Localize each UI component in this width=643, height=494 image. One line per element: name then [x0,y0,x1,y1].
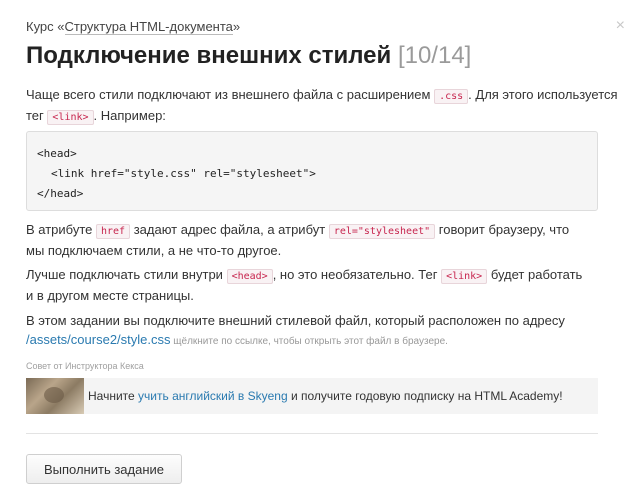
href-text-3: говорит браузеру, что [435,222,570,237]
href-paragraph: В атрибуте href задают адрес файла, а ат… [26,220,622,260]
inline-code-css: .css [434,89,469,104]
head-text-4: и в другом месте страницы. [26,288,194,303]
course-prefix: Курс « [26,19,65,34]
task-paragraph: В этом задании вы подключите внешний сти… [26,311,622,351]
course-link[interactable]: Структура HTML-документа [64,19,233,35]
course-suffix: » [232,19,241,34]
page-title-text: Подключение внешних стилей [26,42,392,69]
head-text-1: Лучше подключать стили внутри [26,267,227,282]
inline-code-link: <link> [47,110,94,125]
link-hint: щёлкните по ссылке, чтобы открыть этот ф… [170,336,448,347]
href-text-2: задают адрес файла, а атрибут [130,222,329,237]
stylesheet-link[interactable]: /assets/course2/style.css [26,332,171,347]
skyeng-link[interactable]: учить английский в Skyeng [138,389,288,403]
tip-text: Начните учить английский в Skyeng и полу… [88,389,563,403]
step-counter: [10/14] [397,42,472,69]
close-icon[interactable]: × [616,18,625,34]
head-paragraph: Лучше подключать стили внутри <head>, но… [26,265,622,305]
tip-text-2: и получите годовую подписку на HTML Acad… [287,389,563,403]
tip-text-1: Начните [88,389,139,403]
inline-code-head: <head> [226,269,273,284]
page-title: Подключение внешних стилей [10/14] [26,42,471,70]
href-text-4: мы подключаем стили, а не что-то другое. [26,243,282,258]
head-text-2: , но это необязательно. Тег [272,267,442,282]
divider [26,433,598,434]
instructor-avatar [26,378,84,414]
inline-code-rel: rel="stylesheet" [328,224,436,239]
code-line-3: </head> [37,187,84,200]
code-line-1: <head> [37,147,77,160]
head-text-3: будет работать [487,267,583,282]
task-text: В этом задании вы подключите внешний сти… [26,313,565,328]
inline-code-href: href [95,224,131,239]
complete-task-button[interactable]: Выполнить задание [26,454,182,484]
tip-box: Начните учить английский в Skyeng и полу… [26,378,598,414]
intro-text-3: . Например: [93,108,166,123]
intro-paragraph: Чаще всего стили подключают из внешнего … [26,85,622,127]
intro-text-1: Чаще всего стили подключают из внешнего … [26,87,435,102]
code-example: <head> <link href="style.css" rel="style… [26,131,598,211]
code-line-2: <link href="style.css" rel="stylesheet"> [51,167,316,180]
href-text-1: В атрибуте [26,222,96,237]
inline-code-link-2: <link> [441,269,488,284]
tip-label: Совет от Инструктора Кекса [26,361,144,371]
course-breadcrumb: Курс «Структура HTML-документа» [26,19,241,35]
